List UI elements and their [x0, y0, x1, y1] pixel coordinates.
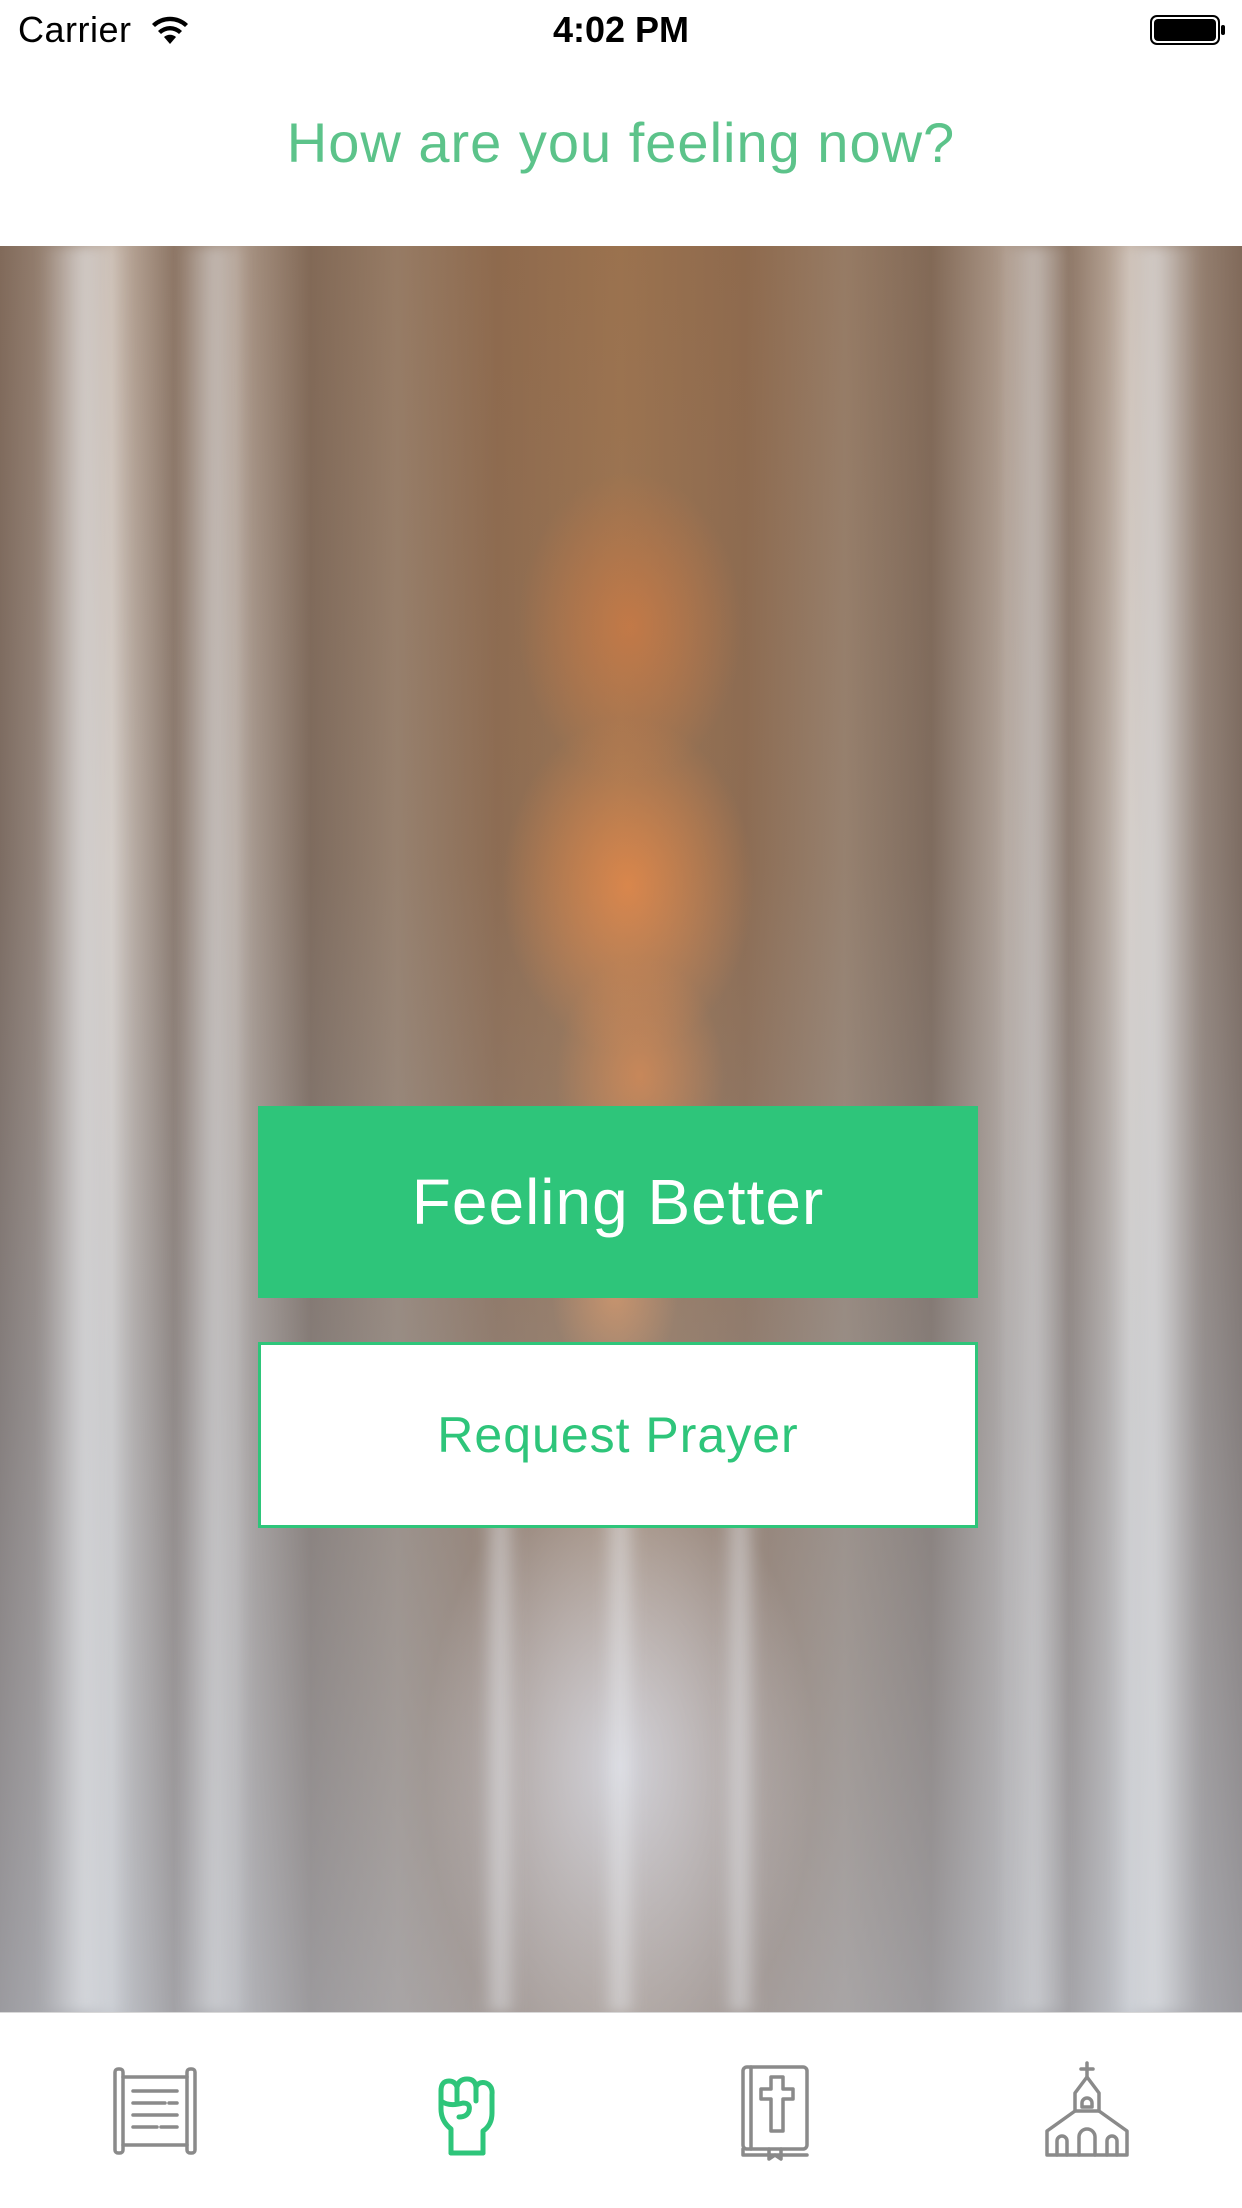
app-screen: Carrier 4:02 PM How are you feeling now?…	[0, 0, 1242, 2208]
tab-scroll[interactable]	[0, 2013, 310, 2208]
pillar-highlight	[180, 246, 250, 2012]
status-bar: Carrier 4:02 PM	[0, 0, 1242, 60]
feeling-better-button[interactable]: Feeling Better	[258, 1106, 978, 1298]
tab-bar	[0, 2012, 1242, 2208]
church-icon	[1045, 2061, 1129, 2157]
page-title: How are you feeling now?	[286, 111, 956, 174]
tab-bible[interactable]	[620, 2013, 930, 2208]
battery-icon	[1150, 15, 1225, 45]
raised-fist-icon	[438, 2076, 495, 2156]
scroll-icon	[113, 2067, 197, 2155]
tab-church[interactable]	[932, 2013, 1242, 2208]
pillar-highlight	[1110, 246, 1200, 2012]
bible-icon	[741, 2065, 809, 2161]
tab-prayer[interactable]	[310, 2013, 620, 2208]
pillar-highlight	[1000, 246, 1070, 2012]
request-prayer-button[interactable]: Request Prayer	[258, 1342, 978, 1528]
pillar-highlight	[40, 246, 130, 2012]
status-time: 4:02 PM	[552, 9, 690, 50]
